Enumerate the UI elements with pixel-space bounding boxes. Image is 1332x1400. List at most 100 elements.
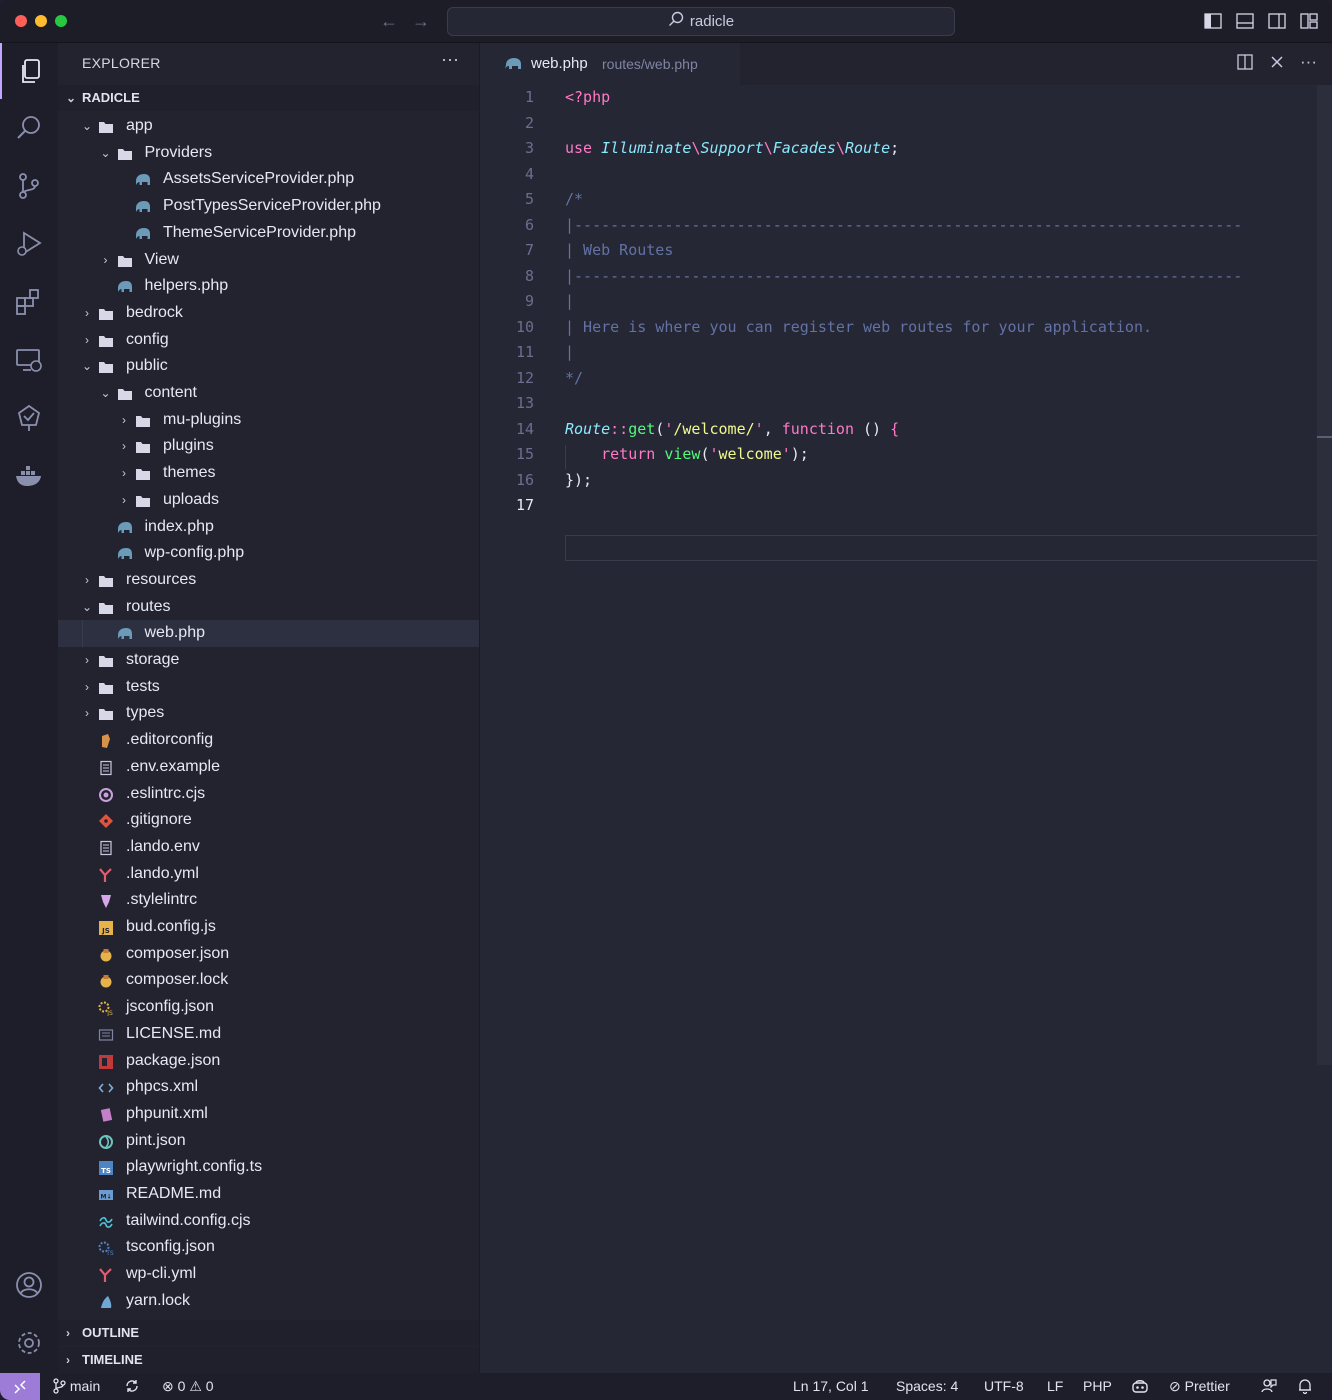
cursor-position[interactable]: Ln 17, Col 1: [793, 1378, 869, 1394]
file-env-example[interactable]: .env.example: [58, 754, 479, 781]
file-index-php[interactable]: index.php: [58, 514, 479, 541]
account-icon: [16, 1272, 42, 1298]
tree-item-label: AssetsServiceProvider.php: [163, 170, 355, 188]
file-tsconfig-json[interactable]: TS tsconfig.json: [58, 1234, 479, 1261]
tree-item-label: yarn.lock: [126, 1291, 191, 1309]
maximize-window-button[interactable]: [55, 15, 67, 27]
accounts-button[interactable]: [0, 1257, 58, 1313]
folder-providers[interactable]: ⌄ Providers: [58, 140, 479, 167]
folder-config[interactable]: › config: [58, 327, 479, 354]
folder-content[interactable]: ⌄ content: [58, 380, 479, 407]
docker-button[interactable]: [0, 448, 58, 504]
customize-layout-icon[interactable]: [1300, 12, 1318, 30]
file-phpunit-xml[interactable]: phpunit.xml: [58, 1101, 479, 1128]
search-button[interactable]: [0, 100, 58, 156]
source-control-button[interactable]: [0, 158, 58, 214]
folder-bedrock[interactable]: › bedrock: [58, 300, 479, 327]
editor-more-actions-icon[interactable]: ···: [1300, 53, 1317, 76]
file-wp-cli-yml[interactable]: wp-cli.yml: [58, 1261, 479, 1288]
file-helpers-php[interactable]: helpers.php: [58, 273, 479, 300]
branch-button[interactable]: main: [52, 1378, 100, 1394]
file-wp-config-php[interactable]: wp-config.php: [58, 540, 479, 567]
manage-button[interactable]: [0, 1315, 58, 1371]
folder-icon: [98, 572, 114, 588]
tree-item-label: phpcs.xml: [126, 1078, 199, 1096]
file-themeserviceprovider-php[interactable]: ThemeServiceProvider.php: [58, 220, 479, 247]
file-phpcs-xml[interactable]: phpcs.xml: [58, 1074, 479, 1101]
remote-explorer-button[interactable]: [0, 332, 58, 388]
folder-app[interactable]: ⌄ app: [58, 113, 479, 140]
chevron-right-icon: ›: [122, 466, 126, 481]
timeline-section-header[interactable]: › TIMELINE: [58, 1347, 479, 1373]
notifications-button[interactable]: [1297, 1378, 1313, 1395]
indentation-setting[interactable]: Spaces: 4: [896, 1378, 958, 1394]
folder-types[interactable]: › types: [58, 700, 479, 727]
file-editorconfig[interactable]: .editorconfig: [58, 727, 479, 754]
folder-tests[interactable]: › tests: [58, 674, 479, 701]
folder-view[interactable]: › View: [58, 247, 479, 274]
toggle-secondary-sidebar-icon[interactable]: [1268, 12, 1286, 30]
encoding-setting[interactable]: UTF-8: [984, 1378, 1024, 1394]
problems-button[interactable]: ⊗ 0 ⚠ 0: [162, 1378, 214, 1395]
folder-storage[interactable]: › storage: [58, 647, 479, 674]
file-readme-md[interactable]: M↓ README.md: [58, 1181, 479, 1208]
folder-uploads[interactable]: › uploads: [58, 487, 479, 514]
file-pint-json[interactable]: pint.json: [58, 1128, 479, 1155]
extensions-icon: [16, 289, 39, 315]
split-editor-icon[interactable]: [1236, 53, 1254, 76]
folder-routes[interactable]: ⌄ routes: [58, 594, 479, 621]
file-package-json[interactable]: package.json: [58, 1048, 479, 1075]
forward-arrow-icon[interactable]: →: [412, 9, 430, 33]
file-playwright-config-ts[interactable]: TS playwright.config.ts: [58, 1154, 479, 1181]
toggle-primary-sidebar-icon[interactable]: [1204, 12, 1222, 30]
file-yarn-lock[interactable]: yarn.lock: [58, 1288, 479, 1315]
folder-public[interactable]: ⌄ public: [58, 353, 479, 380]
tree-item-label: types: [126, 704, 165, 722]
file-posttypesserviceprovider-php[interactable]: PostTypesServiceProvider.php: [58, 193, 479, 220]
file-license-md[interactable]: LICENSE.md: [58, 1021, 479, 1048]
file-lando-env[interactable]: .lando.env: [58, 834, 479, 861]
copilot-button[interactable]: [1131, 1378, 1149, 1394]
file-assetsserviceprovider-php[interactable]: AssetsServiceProvider.php: [58, 166, 479, 193]
file-stylelintrc[interactable]: .stylelintrc: [58, 887, 479, 914]
tab-web-php[interactable]: web.php routes/web.php: [480, 43, 740, 85]
file-web-php[interactable]: web.php: [58, 620, 479, 647]
file-bud-config-js[interactable]: JS bud.config.js: [58, 914, 479, 941]
editor-scrollbar[interactable]: [1317, 85, 1332, 1065]
explorer-button[interactable]: [0, 43, 60, 99]
file-eslintrc-cjs[interactable]: .eslintrc.cjs: [58, 781, 479, 808]
explorer-more-actions-button[interactable]: ···: [441, 49, 459, 70]
tree-item-label: bedrock: [126, 303, 183, 321]
tree-item-label: phpunit.xml: [126, 1104, 208, 1122]
eol-setting[interactable]: LF: [1047, 1378, 1063, 1394]
file-tailwind-config-cjs[interactable]: tailwind.config.cjs: [58, 1208, 479, 1235]
folder-themes[interactable]: › themes: [58, 460, 479, 487]
language-mode[interactable]: PHP: [1083, 1378, 1112, 1394]
file-composer-json[interactable]: composer.json: [58, 941, 479, 968]
error-count: 0: [177, 1378, 186, 1394]
close-window-button[interactable]: [15, 15, 27, 27]
close-tab-icon[interactable]: [1268, 53, 1286, 76]
file-gitignore[interactable]: .gitignore: [58, 807, 479, 834]
file-jsconfig-json[interactable]: JS jsconfig.json: [58, 994, 479, 1021]
file-lando-yml[interactable]: .lando.yml: [58, 861, 479, 888]
testing-button[interactable]: [0, 390, 58, 446]
toggle-panel-icon[interactable]: [1236, 12, 1254, 30]
sync-button[interactable]: [124, 1378, 140, 1394]
back-arrow-icon[interactable]: ←: [380, 9, 398, 33]
minimize-window-button[interactable]: [35, 15, 47, 27]
prettier-button[interactable]: ⊘ Prettier: [1169, 1378, 1230, 1395]
command-center-search[interactable]: radicle: [447, 7, 955, 36]
run-debug-button[interactable]: [0, 216, 58, 272]
extensions-button[interactable]: [0, 274, 58, 330]
remote-indicator-button[interactable]: [0, 1373, 40, 1400]
workspace-root-header[interactable]: ⌄ RADICLE: [58, 85, 479, 111]
folder-plugins[interactable]: › plugins: [58, 433, 479, 460]
file-composer-lock[interactable]: composer.lock: [58, 967, 479, 994]
outline-section-header[interactable]: › OUTLINE: [58, 1320, 479, 1346]
feedback-button[interactable]: [1261, 1378, 1277, 1394]
tree-item-label: .lando.yml: [126, 864, 199, 882]
php-file-icon: [117, 278, 133, 294]
folder-resources[interactable]: › resources: [58, 567, 479, 594]
folder-mu-plugins[interactable]: › mu-plugins: [58, 407, 479, 434]
